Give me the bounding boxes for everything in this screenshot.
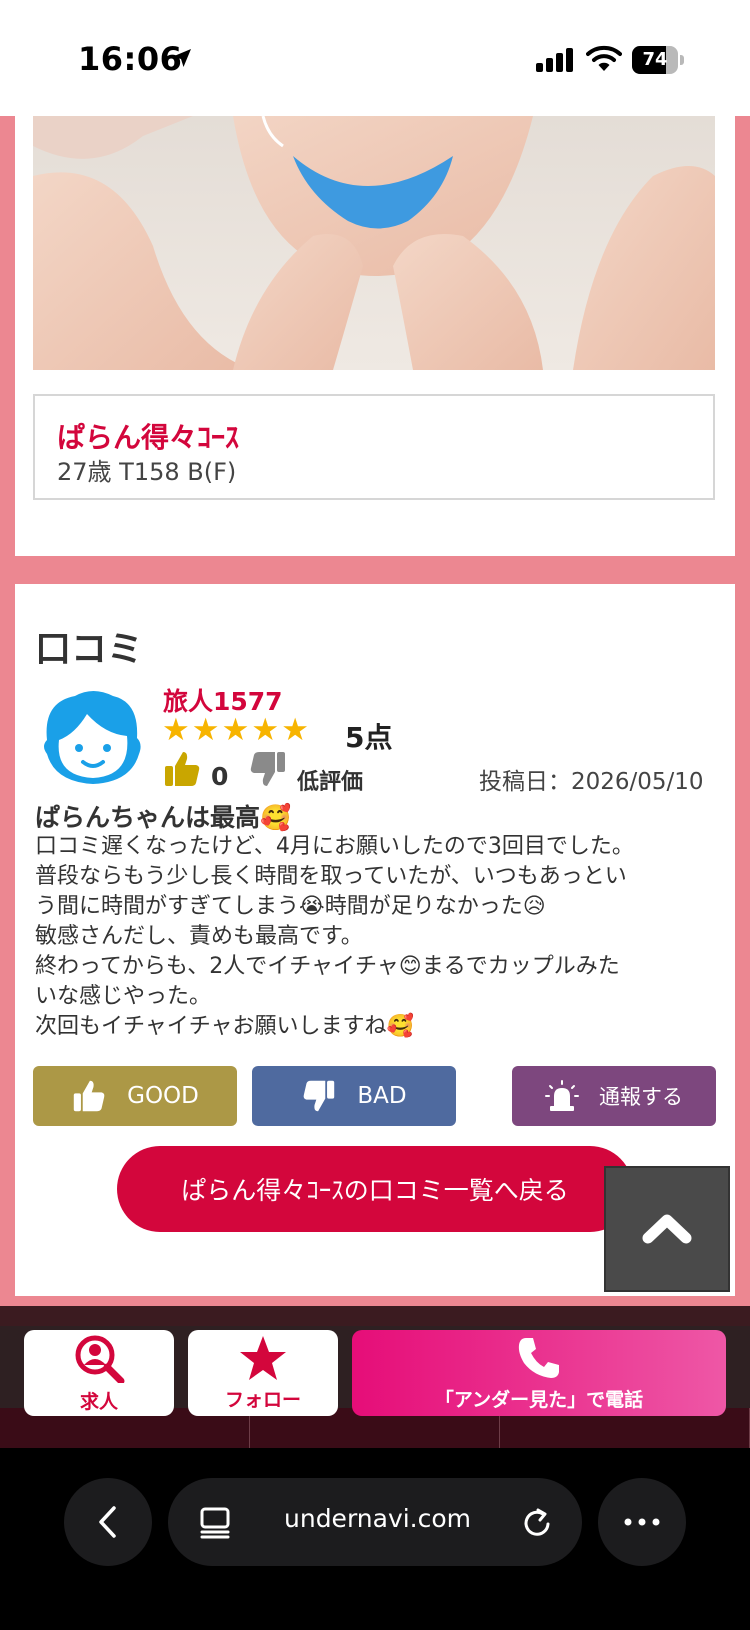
job-button[interactable]: 求人 (24, 1330, 174, 1416)
review-body-line: 終わってからも、2人でイチャイチャ😊まるでカップルみた (35, 954, 620, 979)
rating-score: 5点 (345, 721, 393, 754)
star-icon: ★ (191, 712, 220, 748)
rating-stars: ★ ★ ★ ★ ★ (162, 712, 309, 748)
thumbs-down-icon[interactable] (249, 750, 287, 788)
status-time: 16:06 (78, 40, 183, 78)
call-label: 「アンダー見た」で電話 (434, 1388, 644, 1411)
follow-button[interactable]: フォロー (188, 1330, 338, 1416)
url-text: undernavi.com (284, 1504, 472, 1533)
thumbs-up-icon[interactable] (163, 750, 201, 788)
search-person-icon (75, 1335, 125, 1383)
location-arrow-icon (173, 49, 191, 67)
address-bar[interactable]: undernavi.com (168, 1478, 582, 1566)
review-body-line: う間に時間がすぎてしまう😭時間が足りなかった😥 (35, 894, 546, 919)
battery-level: 74 (642, 49, 668, 70)
chevron-up-icon (642, 1214, 692, 1244)
tabs-icon (200, 1507, 230, 1539)
course-name[interactable]: ぱらん得々ｺｰｽ (57, 416, 239, 456)
review-body-line: 口コミ遅くなったけど、4月にお願いしたので3回目でした。 (35, 834, 634, 859)
profile-card: ぱらん得々ｺｰｽ 27歳 T158 B(F) (15, 116, 735, 556)
siren-icon (545, 1080, 579, 1111)
follow-label: フォロー (224, 1388, 301, 1411)
battery-icon: 74 (632, 46, 684, 74)
page-content: ぱらん得々ｺｰｽ 27歳 T158 B(F) 口コミ 旅人1577 ★ ★ ★ ★ ★ … (0, 116, 750, 1306)
star-icon: ★ (162, 712, 190, 748)
review-body-line: いな感じやった。 (35, 984, 212, 1009)
reload-icon[interactable] (520, 1506, 554, 1540)
chevron-left-icon (99, 1506, 116, 1538)
good-button[interactable]: GOOD (33, 1066, 237, 1126)
thumbs-up-icon (73, 1080, 105, 1112)
call-button[interactable]: 「アンダー見た」で電話 (352, 1330, 726, 1416)
status-bar: 16:06 74 (0, 0, 750, 116)
more-icon (624, 1518, 660, 1526)
thumbs-down-icon (303, 1080, 335, 1112)
good-label: GOOD (127, 1083, 199, 1109)
back-to-reviews-button[interactable]: ぱらん得々ｺｰｽの口コミ一覧へ戻る (117, 1146, 633, 1232)
scroll-to-top-button[interactable] (604, 1166, 730, 1292)
browser-toolbar: undernavi.com (0, 1448, 750, 1630)
report-button[interactable]: 通報する (512, 1066, 716, 1126)
review-body: 口コミ遅くなったけど、4月にお願いしたので3回目でした。 普段ならもう少し長く時間… (35, 832, 725, 1042)
job-label: 求人 (79, 1390, 118, 1413)
profile-photo[interactable] (33, 116, 715, 370)
avatar-icon (44, 691, 141, 784)
bad-button[interactable]: BAD (252, 1066, 456, 1126)
phone-icon (518, 1337, 559, 1378)
browser-back-button[interactable] (64, 1478, 152, 1566)
bottom-action-bar: 求人 フォロー 「アンダー見た」で電話 (0, 1306, 750, 1448)
star-icon: ★ (281, 712, 309, 748)
section-title: 口コミ (35, 629, 144, 670)
review-body-line: 敏感さんだし、責めも最高です。 (35, 924, 363, 949)
star-icon: ★ (221, 712, 250, 748)
star-icon (240, 1335, 286, 1380)
star-icon: ★ (251, 712, 280, 748)
review-body-line: 普段ならもう少し長く時間を取っていたが、いつもあっとい (35, 864, 627, 889)
wifi-icon (586, 45, 622, 71)
report-label: 通報する (599, 1085, 683, 1109)
low-rating-label[interactable]: 低評価 (297, 764, 363, 796)
post-date: 投稿日：2026/05/10 (479, 769, 704, 795)
more-button[interactable] (598, 1478, 686, 1566)
profile-stats: 27歳 T158 B(F) (57, 458, 237, 486)
bad-label: BAD (357, 1083, 407, 1109)
review-title: ぱらんちゃんは最高🥰 (35, 803, 292, 832)
profile-info-box: ぱらん得々ｺｰｽ 27歳 T158 B(F) (33, 394, 715, 500)
signal-icon (536, 48, 573, 72)
like-count: 0 (211, 762, 229, 791)
review-body-line: 次回もイチャイチャお願いしますね🥰 (35, 1014, 414, 1039)
